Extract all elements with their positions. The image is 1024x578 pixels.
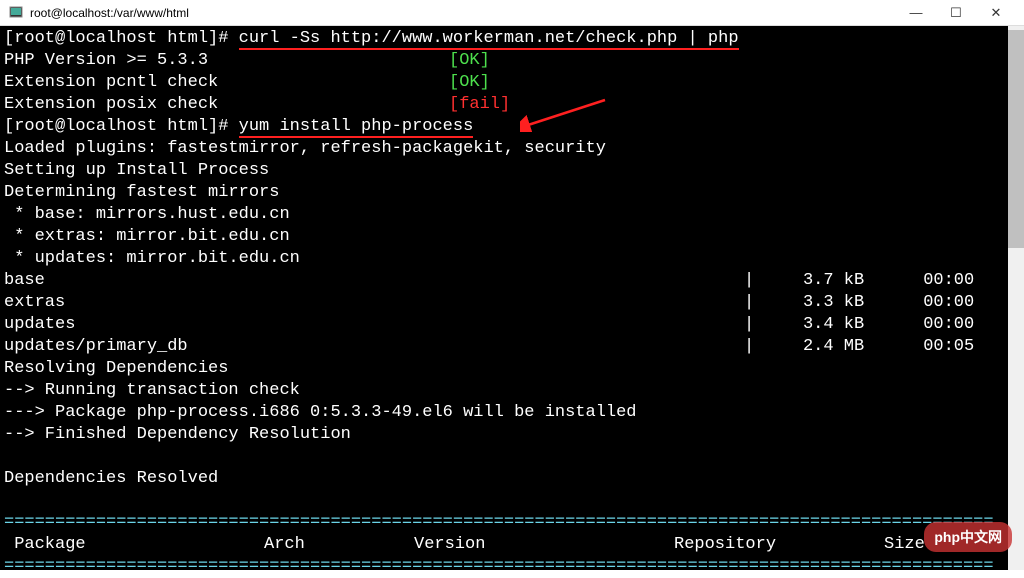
check-php-version: PHP Version >= 5.3.3[OK] bbox=[4, 50, 1020, 72]
mirror-updates: * updates: mirror.bit.edu.cn bbox=[4, 248, 1020, 270]
window-title: root@localhost:/var/www/html bbox=[30, 6, 896, 20]
check-posix: Extension posix check[fail] bbox=[4, 94, 1020, 116]
maximize-button[interactable]: ☐ bbox=[936, 1, 976, 25]
titlebar: root@localhost:/var/www/html — ☐ ✕ bbox=[0, 0, 1024, 26]
table-header: PackageArchVersionRepositorySize bbox=[4, 534, 1020, 556]
minimize-button[interactable]: — bbox=[896, 1, 936, 25]
status-ok: [OK] bbox=[449, 73, 490, 92]
repo-row: base|3.7 kB00:00 bbox=[4, 270, 1020, 292]
putty-icon bbox=[8, 5, 24, 21]
blank-line bbox=[4, 490, 1020, 512]
deps-resolved-line: Dependencies Resolved bbox=[4, 468, 1020, 490]
repo-row: updates|3.4 kB00:00 bbox=[4, 314, 1020, 336]
watermark-badge: php中文网 bbox=[924, 522, 1012, 552]
terminal-line: [root@localhost html]# yum install php-p… bbox=[4, 116, 1020, 138]
status-fail: [fail] bbox=[449, 95, 510, 114]
resolving-line: Resolving Dependencies bbox=[4, 358, 1020, 380]
mirror-base: * base: mirrors.hust.edu.cn bbox=[4, 204, 1020, 226]
setup-line: Setting up Install Process bbox=[4, 160, 1020, 182]
terminal[interactable]: [root@localhost html]# curl -Ss http://w… bbox=[0, 26, 1024, 570]
check-pcntl: Extension pcntl check[OK] bbox=[4, 72, 1020, 94]
close-button[interactable]: ✕ bbox=[976, 1, 1016, 25]
finished-line: --> Finished Dependency Resolution bbox=[4, 424, 1020, 446]
repo-row: extras|3.3 kB00:00 bbox=[4, 292, 1020, 314]
running-check-line: --> Running transaction check bbox=[4, 380, 1020, 402]
mirror-extras: * extras: mirror.bit.edu.cn bbox=[4, 226, 1020, 248]
scrollbar[interactable] bbox=[1008, 26, 1024, 570]
repo-row: updates/primary_db|2.4 MB00:05 bbox=[4, 336, 1020, 358]
yum-command: yum install php-process bbox=[239, 117, 474, 138]
determining-line: Determining fastest mirrors bbox=[4, 182, 1020, 204]
terminal-line: [root@localhost html]# curl -Ss http://w… bbox=[4, 28, 1020, 50]
table-separator: ========================================… bbox=[4, 556, 1020, 578]
status-ok: [OK] bbox=[449, 51, 490, 70]
scrollbar-thumb[interactable] bbox=[1008, 30, 1024, 248]
table-separator: ========================================… bbox=[4, 512, 1020, 534]
plugins-line: Loaded plugins: fastestmirror, refresh-p… bbox=[4, 138, 1020, 160]
window-controls: — ☐ ✕ bbox=[896, 1, 1016, 25]
pkg-install-line: ---> Package php-process.i686 0:5.3.3-49… bbox=[4, 402, 1020, 424]
curl-command: curl -Ss http://www.workerman.net/check.… bbox=[239, 29, 739, 50]
blank-line bbox=[4, 446, 1020, 468]
